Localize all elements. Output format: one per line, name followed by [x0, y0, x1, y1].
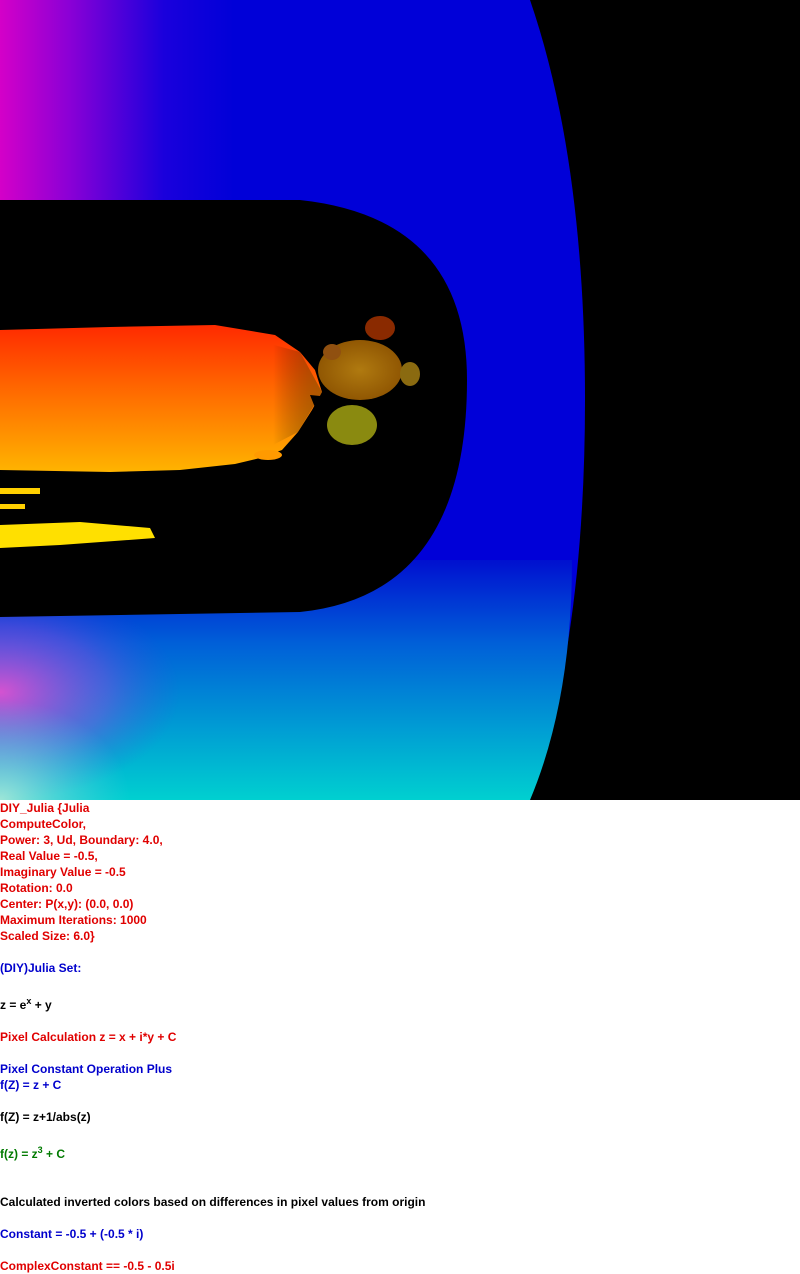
param-scaled-size: Scaled Size: 6.0}: [0, 929, 95, 943]
complex-constant: ComplexConstant == -0.5 - 0.5i: [0, 1259, 175, 1273]
fractal-image: [0, 0, 800, 800]
param-max-iterations: Maximum Iterations: 1000: [0, 913, 147, 927]
fz-abs: f(Z) = z+1/abs(z): [0, 1110, 91, 1124]
fz-power-base: f(z) = z: [0, 1147, 38, 1161]
constant-operation: Pixel Constant Operation Plus: [0, 1062, 173, 1076]
param-real: Real Value = -0.5,: [0, 849, 98, 863]
param-imaginary: Imaginary Value = -0.5: [0, 865, 126, 879]
formula-exponent: x: [26, 996, 32, 1006]
param-compute: ComputeColor,: [0, 817, 86, 831]
formula-rest: + y: [31, 998, 52, 1012]
param-center: Center: P(x,y): (0.0, 0.0): [0, 897, 134, 911]
fz-power: f(z) = z3 + C: [0, 1145, 66, 1163]
inverted-colors-note: Calculated inverted colors based on diff…: [0, 1195, 426, 1209]
param-title: DIY_Julia {Julia: [0, 801, 90, 815]
fz-plus-c: f(Z) = z + C: [0, 1078, 62, 1092]
param-power: Power: 3, Ud, Boundary: 4.0,: [0, 833, 163, 847]
fz-power-exponent: 3: [37, 1145, 43, 1155]
parameter-panel: DIY_Julia {Julia ComputeColor, Power: 3,…: [0, 800, 800, 1274]
set-heading: (DIY)Julia Set:: [0, 961, 82, 975]
constant-value: Constant = -0.5 + (-0.5 * i): [0, 1227, 144, 1241]
fz-power-rest: + C: [42, 1147, 66, 1161]
formula: z = ex + y: [0, 996, 52, 1014]
pixel-calculation: Pixel Calculation z = x + i*y + C: [0, 1030, 177, 1044]
formula-base: z = e: [0, 998, 27, 1012]
param-rotation: Rotation: 0.0: [0, 881, 73, 895]
